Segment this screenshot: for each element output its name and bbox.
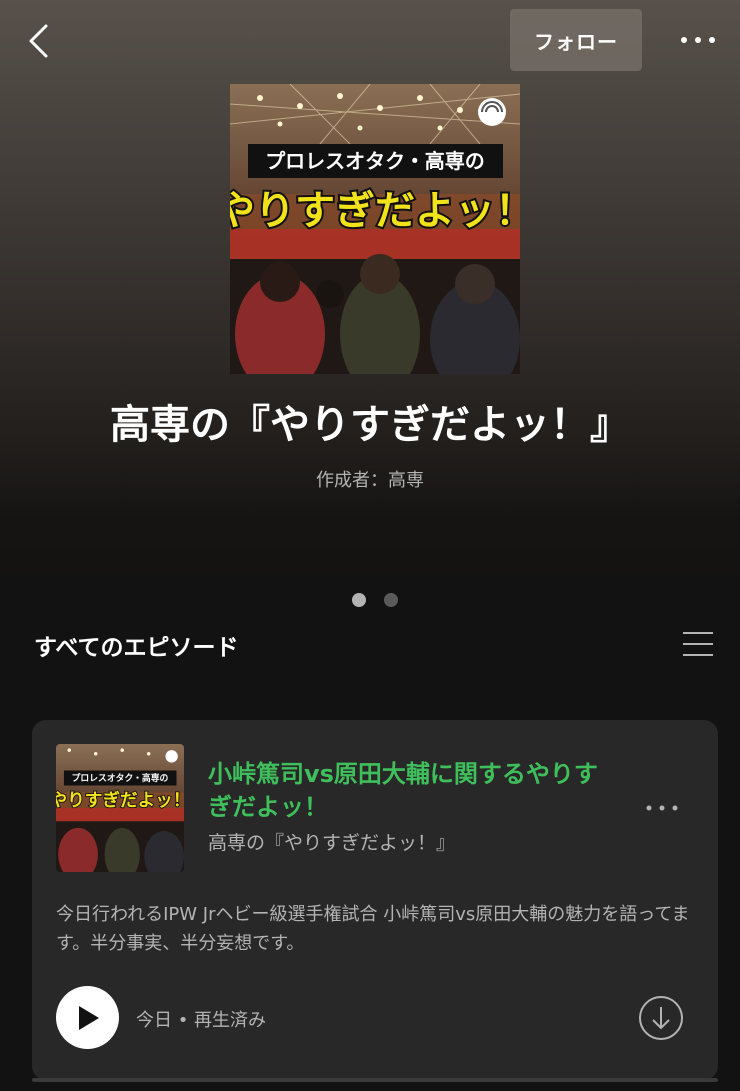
podcast-creator[interactable]: 作成者：高専	[0, 466, 740, 492]
more-icon	[681, 37, 715, 43]
download-icon	[639, 996, 683, 1040]
podcast-cover: プロレスオタク・高専の やりすぎだよッ！	[230, 84, 520, 374]
svg-text:やりすぎだよッ！: やりすぎだよッ！	[230, 188, 520, 234]
svg-text:プロレスオタク・高専の: プロレスオタク・高専の	[265, 149, 485, 173]
sort-list-button[interactable]	[682, 630, 714, 658]
podcast-title: 高専の『やりすぎだよッ！』	[110, 402, 630, 448]
list-icon	[683, 632, 713, 656]
follow-button[interactable]: フォロー	[510, 9, 642, 71]
episode-show-name[interactable]: 高専の『やりすぎだよッ！』	[208, 828, 455, 855]
play-button[interactable]	[56, 986, 119, 1049]
svg-text:プロレスオタク・高専の: プロレスオタク・高専の	[72, 772, 169, 784]
more-options-button[interactable]	[676, 26, 720, 54]
card-divider	[32, 1078, 718, 1082]
play-icon	[78, 1005, 99, 1030]
svg-text:やりすぎだよッ！: やりすぎだよッ！	[56, 789, 184, 811]
more-icon	[646, 805, 678, 811]
back-button[interactable]	[22, 22, 56, 60]
episode-description: 今日行われるIPW Jrヘビー級選手権試合 小峠篤司vs原田大輔の魅力を語ってま…	[56, 904, 690, 954]
carousel-dot[interactable]	[384, 593, 398, 607]
episode-title[interactable]: 小峠篤司vs原田大輔に関するやりすぎだよッ！	[208, 758, 598, 824]
carousel-indicator	[352, 593, 398, 607]
section-title: すべてのエピソード	[34, 635, 239, 661]
episode-meta: 今日 • 再生済み	[136, 1010, 267, 1031]
back-icon	[29, 24, 48, 58]
download-button[interactable]	[638, 995, 684, 1041]
episode-card[interactable]: プロレスオタク・高専の やりすぎだよッ！ 小峠篤司vs原田大輔に関するやりすぎだ…	[32, 720, 718, 1080]
episode-more-button[interactable]	[640, 796, 684, 820]
carousel-dot[interactable]	[352, 593, 366, 607]
episode-thumbnail: プロレスオタク・高専の やりすぎだよッ！	[56, 744, 184, 872]
